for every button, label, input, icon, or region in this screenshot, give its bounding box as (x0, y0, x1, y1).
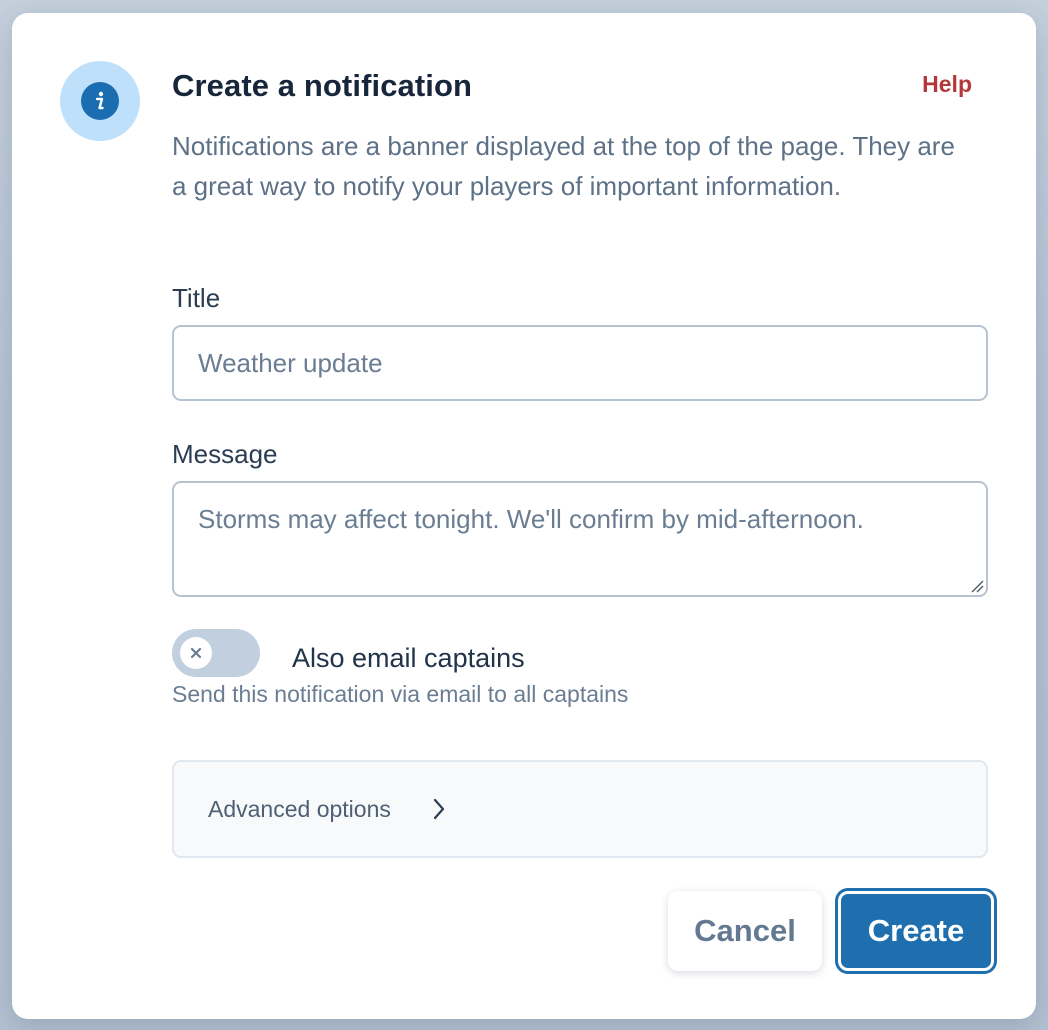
help-link[interactable]: Help (922, 71, 972, 98)
title-field-label: Title (172, 283, 221, 313)
title-input[interactable]: Weather update (172, 325, 988, 401)
message-text: Storms may affect tonight. We'll confirm… (198, 504, 864, 534)
create-button[interactable]: Create (838, 891, 994, 971)
toggle-knob (180, 637, 212, 669)
message-field-label: Message (172, 439, 278, 469)
advanced-options-expander[interactable]: Advanced options (172, 760, 988, 858)
cancel-button[interactable]: Cancel (668, 891, 822, 971)
info-badge (60, 61, 140, 141)
dialog-description: Notifications are a banner displayed at … (172, 131, 955, 201)
create-notification-dialog: Create a notification Help Notifications… (12, 13, 1036, 1019)
email-captains-toggle[interactable] (172, 629, 260, 677)
message-textarea[interactable]: Storms may affect tonight. We'll confirm… (172, 481, 988, 597)
dialog-title: Create a notification (172, 68, 473, 103)
advanced-options-label: Advanced options (208, 796, 391, 822)
close-icon (190, 647, 202, 659)
info-icon (81, 82, 119, 120)
resize-handle-icon[interactable] (968, 577, 984, 593)
email-captains-help-text: Send this notification via email to all … (172, 681, 629, 707)
chevron-right-icon (433, 798, 445, 820)
email-captains-label: Also email captains (292, 643, 525, 673)
